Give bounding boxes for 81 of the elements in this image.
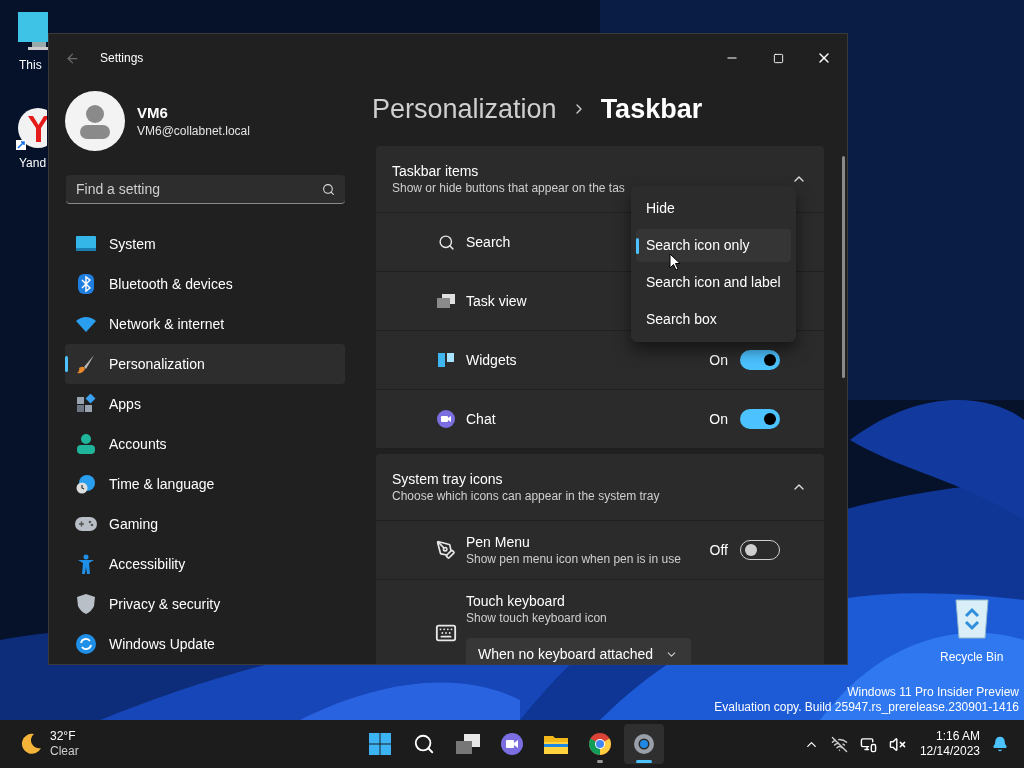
gear-icon [633,733,655,755]
avatar-icon [65,91,125,151]
menu-option[interactable]: Search icon only [636,229,791,262]
video-chat-icon [501,733,523,755]
folder-icon [544,734,568,754]
windows-icon [434,294,458,308]
section-title: System tray icons [392,470,504,488]
keyboard-icon [434,622,458,644]
desktop-icon-label[interactable]: Recycle Bin [940,648,1004,666]
dropdown[interactable]: When no keyboard attached [466,638,691,664]
setting-description: Show touch keyboard icon [466,610,607,626]
clock-time[interactable]: 1:16 AM [935,729,980,744]
toggle-state-label: On [709,350,728,370]
browser-logo-icon[interactable] [16,106,47,150]
gamepad-icon [75,517,97,531]
monitor-icon[interactable] [18,12,48,50]
nav-item[interactable]: Gaming [65,504,345,544]
user-name: VM6 [137,103,169,123]
search-icon [413,733,435,755]
nav-item[interactable]: Bluetooth & devices [65,264,345,304]
section-subtitle: Show or hide buttons that appear on the tas [392,180,626,196]
scrollbar-thumb[interactable] [842,156,845,378]
user-email: VM6@collabnet.local [137,123,250,139]
bluetooth-icon [75,274,97,294]
weather-condition: Clear [50,744,79,759]
setting-label: Task view [466,292,527,310]
menu-option[interactable]: Search box [636,303,791,336]
nav-item[interactable]: Personalization [65,344,345,384]
setting-label: Widgets [466,351,517,369]
breadcrumb-parent[interactable]: Personalization [372,88,557,130]
nav-item[interactable]: System [65,224,345,264]
desktop-icon-label[interactable]: Yand [16,154,47,172]
nav-item[interactable]: Windows Update [65,624,345,664]
toggle-switch[interactable] [740,350,780,370]
watermark-text: Evaluation copy. Build 25947.rs_prerelease.230901-1416 [714,700,1019,715]
video-chat-icon [434,410,458,428]
nav-item[interactable]: Network & internet [65,304,345,344]
search-field[interactable]: Find a setting [66,175,345,204]
setting-label: Chat [466,410,496,428]
windows-logo-icon [369,733,391,755]
apps-grid-icon [75,394,97,414]
setting-label: Search [466,233,511,251]
setting-label: Pen Menu [466,533,530,551]
toggle-state-label: Off [709,540,728,560]
watermark-text: Windows 11 Pro Insider Preview [847,685,1019,700]
shield-icon [75,594,97,614]
clock-date[interactable]: 12/14/2023 [919,744,980,759]
nav-item[interactable]: Accessibility [65,544,345,584]
monitor-icon[interactable] [859,735,877,753]
page-title: Taskbar [600,92,703,126]
window-title: Settings [100,50,144,67]
toggle-switch[interactable] [740,409,780,429]
browser-icon [589,733,611,755]
wifi-icon [75,316,97,332]
weather-temperature: 32°F [50,729,77,744]
nav-item[interactable]: Accounts [65,424,345,464]
person-icon [75,434,97,454]
monitor-icon [75,236,97,252]
setting-description: Show pen menu icon when pen is in use [466,551,681,567]
desktop-icon-label[interactable]: This [18,56,42,74]
section-title: Taskbar items [392,162,480,180]
globe-clock-icon [75,474,97,494]
taskbar-app-button[interactable] [624,724,664,764]
moon-icon[interactable] [20,733,42,755]
speaker-muted-icon[interactable] [888,735,906,753]
nav-item[interactable]: Privacy & security [65,584,345,624]
section-header[interactable]: System tray icons Choose which icons can appear in the system tray [376,454,824,520]
setting-label: Touch keyboard [466,592,565,610]
maximize-icon [772,52,784,64]
mouse-pointer-icon [669,253,681,271]
menu-option[interactable]: Search icon and label [636,266,791,299]
search-icon[interactable] [322,182,335,196]
pen-icon [434,540,458,560]
section-subtitle: Choose which icons can appear in the system tray [392,488,661,504]
toggle-state-label: On [709,409,728,429]
nav-item[interactable]: Apps [65,384,345,424]
windows-icon [456,734,480,754]
sync-icon [75,634,97,654]
bell-icon[interactable] [992,736,1008,752]
network-off-icon[interactable] [830,735,848,753]
nav-item[interactable]: Time & language [65,464,345,504]
